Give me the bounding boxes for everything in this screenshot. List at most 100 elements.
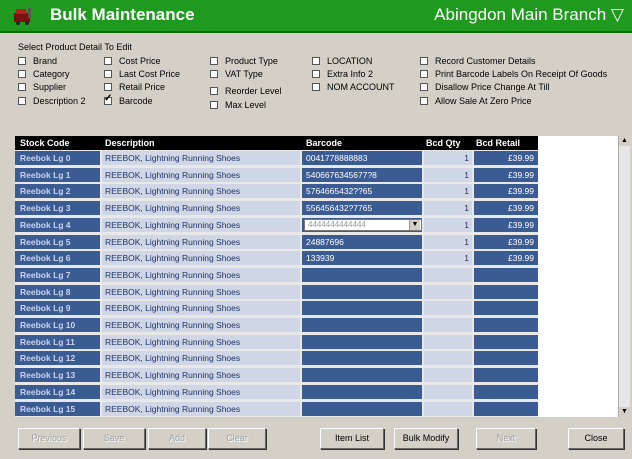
option-max-level-checkbox[interactable]: [210, 101, 218, 109]
vertical-scrollbar[interactable]: ▲ ▼: [618, 136, 630, 417]
cell-bcd-retail[interactable]: £39.99: [474, 184, 538, 199]
cell-stock-code[interactable]: Reebok Lg 5: [15, 234, 100, 249]
option-disallow-price-change-at-till-checkbox[interactable]: [420, 83, 428, 91]
table-row[interactable]: Reebok Lg 15 REEBOK, Lightning Running Sh…: [15, 401, 538, 417]
option-category[interactable]: Category: [18, 69, 70, 79]
cell-barcode[interactable]: [302, 401, 422, 416]
cell-stock-code[interactable]: Reebok Lg 0: [15, 151, 100, 165]
cell-bcd-qty[interactable]: 1: [424, 234, 472, 249]
cell-bcd-qty[interactable]: 1: [424, 217, 472, 232]
cell-description[interactable]: REEBOK, Lightning Running Shoes: [102, 151, 300, 165]
option-cost-price[interactable]: Cost Price: [104, 56, 161, 66]
cell-description[interactable]: REEBOK, Lightning Running Shoes: [102, 184, 300, 199]
cell-bcd-retail[interactable]: £39.99: [474, 217, 538, 232]
chevron-down-icon[interactable]: ▼: [409, 219, 420, 230]
table-row[interactable]: Reebok Lg 14 REEBOK, Lightning Running Sh…: [15, 384, 538, 400]
option-description-2-checkbox[interactable]: [18, 97, 26, 105]
option-supplier[interactable]: Supplier: [18, 82, 66, 92]
scroll-up-icon[interactable]: ▲: [619, 136, 630, 146]
previous-button[interactable]: Previous: [18, 428, 80, 449]
option-nom-account[interactable]: NOM ACCOUNT: [312, 82, 395, 92]
option-last-cost-price-checkbox[interactable]: [104, 70, 112, 78]
cell-barcode[interactable]: 5764665432??65: [302, 184, 422, 199]
option-record-customer-details-checkbox[interactable]: [420, 57, 428, 65]
cell-description[interactable]: REEBOK, Lightning Running Shoes: [102, 234, 300, 249]
cell-stock-code[interactable]: Reebok Lg 2: [15, 184, 100, 199]
table-row[interactable]: Reebok Lg 10 REEBOK, Lightning Running Sh…: [15, 318, 538, 333]
cell-description[interactable]: REEBOK, Lightning Running Shoes: [102, 301, 300, 316]
cell-bcd-qty[interactable]: [424, 401, 472, 416]
cell-barcode[interactable]: 5406676345677?8: [302, 167, 422, 182]
cell-description[interactable]: REEBOK, Lightning Running Shoes: [102, 351, 300, 366]
cell-barcode[interactable]: [302, 318, 422, 332]
option-record-customer-details[interactable]: Record Customer Details: [420, 56, 536, 66]
bulk-modify-button[interactable]: Bulk Modify: [394, 428, 458, 449]
table-row[interactable]: Reebok Lg 2 REEBOK, Lightning Running Sho…: [15, 184, 538, 199]
cell-barcode[interactable]: [302, 384, 422, 399]
cell-stock-code[interactable]: Reebok Lg 11: [15, 334, 100, 349]
cell-stock-code[interactable]: Reebok Lg 1: [15, 167, 100, 182]
cell-bcd-retail[interactable]: [474, 318, 538, 332]
option-product-type[interactable]: Product Type: [210, 56, 278, 66]
table-row[interactable]: Reebok Lg 6 REEBOK, Lightning Running Sho…: [15, 251, 538, 266]
table-row[interactable]: Reebok Lg 4 REEBOK, Lightning Running Sho…: [15, 217, 538, 233]
cell-stock-code[interactable]: Reebok Lg 13: [15, 368, 100, 383]
option-reorder-level[interactable]: Reorder Level: [210, 86, 282, 96]
cell-bcd-retail[interactable]: £39.99: [474, 234, 538, 249]
option-location[interactable]: LOCATION: [312, 56, 372, 66]
table-row[interactable]: Reebok Lg 3 REEBOK, Lightning Running Sho…: [15, 201, 538, 216]
cell-stock-code[interactable]: Reebok Lg 10: [15, 318, 100, 332]
add-button[interactable]: Add: [148, 428, 206, 449]
cell-bcd-retail[interactable]: [474, 384, 538, 399]
option-cost-price-checkbox[interactable]: [104, 57, 112, 65]
cell-bcd-qty[interactable]: [424, 368, 472, 383]
item-list-button[interactable]: Item List: [320, 428, 384, 449]
cell-bcd-qty[interactable]: [424, 301, 472, 316]
table-row[interactable]: Reebok Lg 13 REEBOK, Lightning Running Sh…: [15, 368, 538, 383]
cell-barcode[interactable]: 0041778888883: [302, 151, 422, 165]
clear-button[interactable]: Clear: [208, 428, 266, 449]
option-print-barcode-labels-on-receipt-of-goods[interactable]: Print Barcode Labels On Receipt Of Goods: [420, 69, 607, 79]
cell-description[interactable]: REEBOK, Lightning Running Shoes: [102, 251, 300, 266]
cell-barcode[interactable]: 4444444444444 ▼: [302, 217, 422, 232]
option-supplier-checkbox[interactable]: [18, 83, 26, 91]
cell-bcd-qty[interactable]: [424, 284, 472, 299]
cell-bcd-qty[interactable]: [424, 351, 472, 366]
next-button[interactable]: Next: [476, 428, 536, 449]
cell-bcd-qty[interactable]: 1: [424, 151, 472, 165]
cell-bcd-retail[interactable]: £39.99: [474, 251, 538, 266]
option-print-barcode-labels-on-receipt-of-goods-checkbox[interactable]: [420, 70, 428, 78]
cell-bcd-qty[interactable]: 1: [424, 201, 472, 216]
cell-stock-code[interactable]: Reebok Lg 7: [15, 267, 100, 282]
cell-description[interactable]: REEBOK, Lightning Running Shoes: [102, 401, 300, 416]
branch-dropdown-icon[interactable]: ▽: [611, 5, 624, 24]
cell-description[interactable]: REEBOK, Lightning Running Shoes: [102, 201, 300, 216]
cell-stock-code[interactable]: Reebok Lg 12: [15, 351, 100, 366]
cell-bcd-qty[interactable]: [424, 267, 472, 282]
save-button[interactable]: Save: [83, 428, 145, 449]
table-row[interactable]: Reebok Lg 12 REEBOK, Lightning Running Sh…: [15, 351, 538, 366]
cell-bcd-qty[interactable]: [424, 384, 472, 399]
table-row[interactable]: Reebok Lg 1 REEBOK, Lightning Running Sho…: [15, 167, 538, 183]
cell-description[interactable]: REEBOK, Lightning Running Shoes: [102, 267, 300, 282]
cell-barcode[interactable]: 556456432?7765: [302, 201, 422, 216]
cell-bcd-retail[interactable]: £39.99: [474, 167, 538, 182]
option-description-2[interactable]: Description 2: [18, 96, 86, 106]
table-row[interactable]: Reebok Lg 9 REEBOK, Lightning Running Sho…: [15, 301, 538, 316]
cell-bcd-retail[interactable]: [474, 301, 538, 316]
option-nom-account-checkbox[interactable]: [312, 83, 320, 91]
option-last-cost-price[interactable]: Last Cost Price: [104, 69, 180, 79]
cell-stock-code[interactable]: Reebok Lg 3: [15, 201, 100, 216]
cell-bcd-retail[interactable]: [474, 401, 538, 416]
cell-barcode[interactable]: [302, 334, 422, 349]
cell-bcd-qty[interactable]: 1: [424, 251, 472, 266]
table-row[interactable]: Reebok Lg 0 REEBOK, Lightning Running Sho…: [15, 151, 538, 166]
cell-barcode[interactable]: [302, 284, 422, 299]
cell-stock-code[interactable]: Reebok Lg 6: [15, 251, 100, 266]
option-retail-price-checkbox[interactable]: [104, 83, 112, 91]
table-row[interactable]: Reebok Lg 8 REEBOK, Lightning Running Sho…: [15, 284, 538, 300]
cell-barcode[interactable]: [302, 368, 422, 383]
cell-description[interactable]: REEBOK, Lightning Running Shoes: [102, 318, 300, 332]
cell-bcd-qty[interactable]: 1: [424, 184, 472, 199]
option-allow-sale-at-zero-price-checkbox[interactable]: [420, 97, 428, 105]
